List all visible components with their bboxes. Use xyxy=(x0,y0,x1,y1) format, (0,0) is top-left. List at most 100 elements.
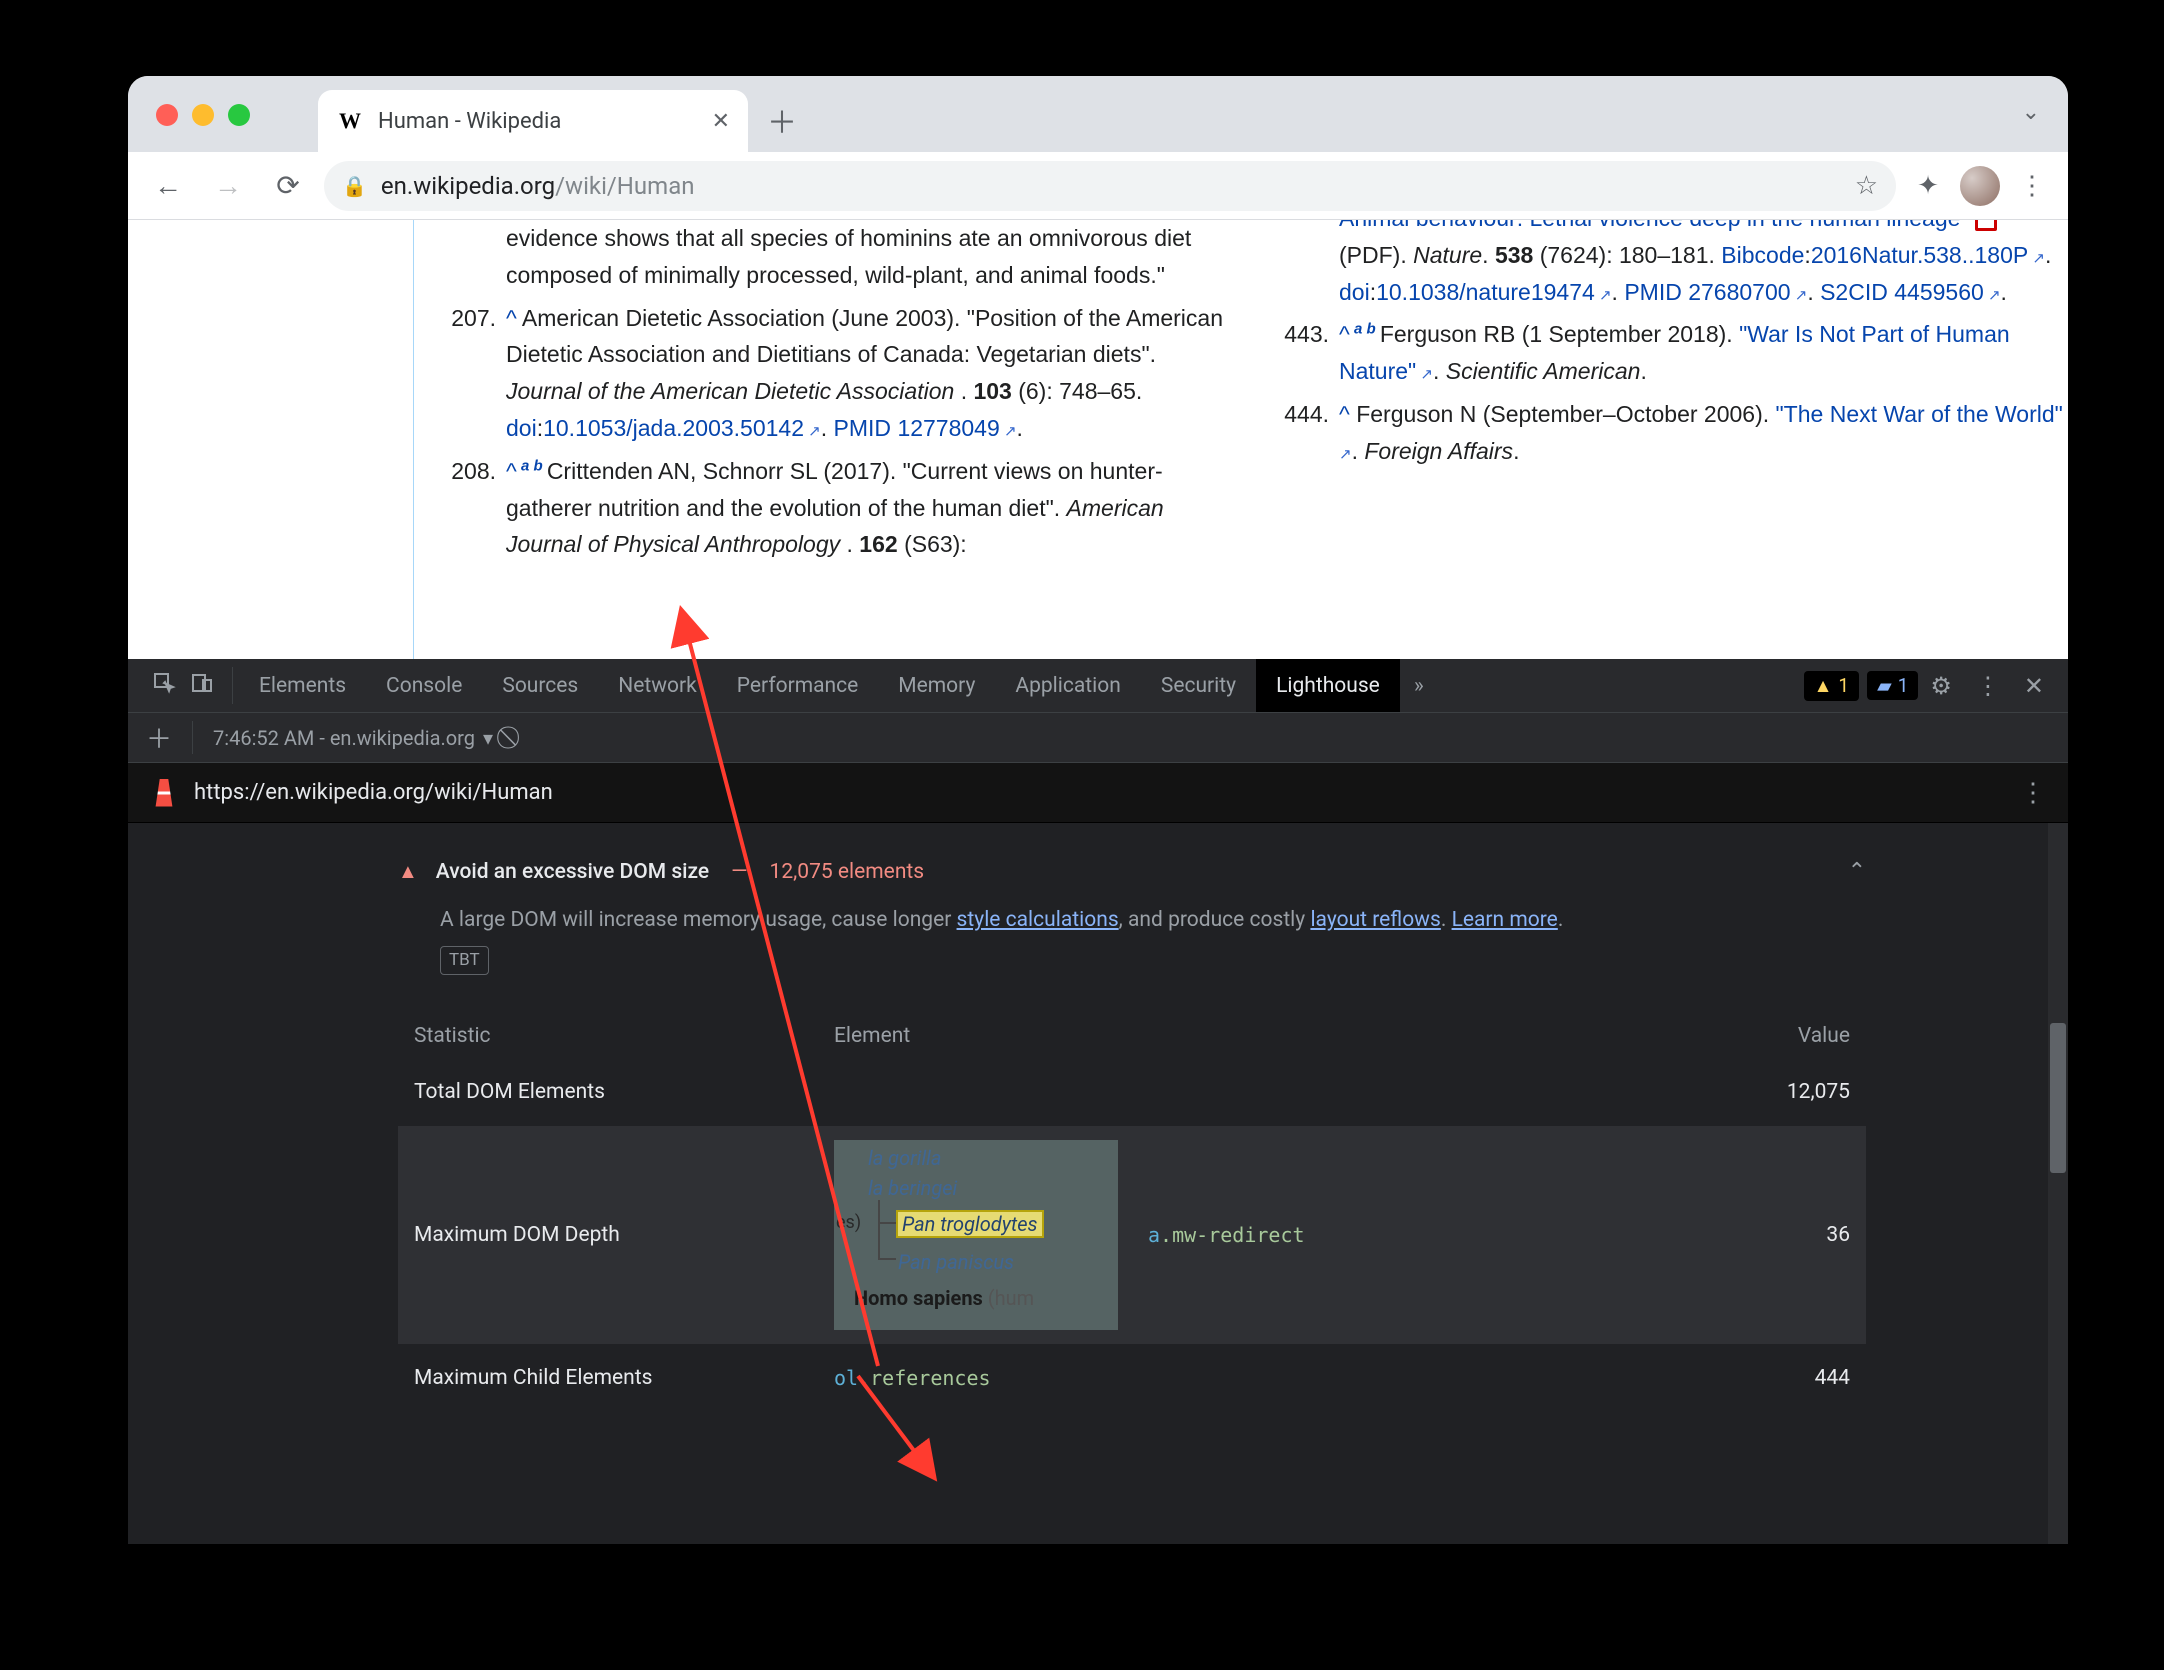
references-right-column: Animal behaviour: Lethal violence deep i… xyxy=(1275,220,2068,569)
scrollbar-thumb[interactable] xyxy=(2050,1023,2066,1173)
browser-tab[interactable]: W Human - Wikipedia ✕ xyxy=(318,90,748,152)
wikipedia-favicon: W xyxy=(336,107,364,135)
devtools-tabbar: Elements Console Sources Network Perform… xyxy=(128,659,2068,713)
window-minimize[interactable] xyxy=(192,104,214,126)
backlink-sup[interactable]: a b xyxy=(517,457,547,474)
devtools-tab-network[interactable]: Network xyxy=(598,659,717,712)
window-controls xyxy=(156,104,250,126)
tab-title: Human - Wikipedia xyxy=(378,109,698,134)
table-row: Maximum DOM Depth la gorilla la beringei… xyxy=(398,1126,1866,1344)
toolbar: ← → ⟳ 🔒 en.wikipedia.org/wiki/Human ☆ ✦ … xyxy=(128,152,2068,220)
audit-metric: 12,075 elements xyxy=(770,860,925,884)
chevron-up-icon: ⌃ xyxy=(1848,859,1866,884)
references-left-column: evidence shows that all species of homin… xyxy=(442,220,1235,569)
reload-button[interactable]: ⟳ xyxy=(264,162,312,210)
doi-value-link[interactable]: 10.1053/jada.2003.50142 xyxy=(543,415,821,441)
chrome-menu-icon[interactable]: ⋮ xyxy=(2012,166,2052,206)
backlink-sup[interactable]: a b xyxy=(1350,321,1380,338)
tbt-badge: TBT xyxy=(440,946,489,975)
devtools-menu-icon[interactable]: ⋮ xyxy=(1964,659,2012,712)
pmid-value-link[interactable]: 27680700 xyxy=(1688,279,1807,305)
url-host: en.wikipedia.org xyxy=(381,172,555,200)
audit-header[interactable]: ▲ Avoid an excessive DOM size — 12,075 e… xyxy=(378,845,1886,898)
devtools-scrollbar[interactable] xyxy=(2048,823,2068,1544)
lighthouse-url: https://en.wikipedia.org/wiki/Human xyxy=(194,780,553,805)
lighthouse-url-bar: https://en.wikipedia.org/wiki/Human ⋮ xyxy=(128,763,2068,823)
window-maximize[interactable] xyxy=(228,104,250,126)
lock-icon[interactable]: 🔒 xyxy=(342,174,367,198)
reference-item: 208. ^ a b Crittenden AN, Schnorr SL (20… xyxy=(442,453,1235,563)
warnings-count[interactable]: ▲ 1 xyxy=(1804,671,1860,701)
browser-window: W Human - Wikipedia ✕ ＋ ⌄ ← → ⟳ 🔒 en.wik… xyxy=(128,76,2068,1544)
device-toolbar-icon[interactable] xyxy=(190,671,214,701)
devtools-close-icon[interactable]: ✕ xyxy=(2012,659,2056,712)
issues-count[interactable]: ▰ 1 xyxy=(1867,671,1918,700)
pmid-link[interactable]: PMID xyxy=(1624,279,1682,305)
profile-avatar[interactable] xyxy=(1960,166,2000,206)
devtools-tabs-overflow-icon[interactable]: » xyxy=(1400,659,1438,712)
pmid-link[interactable]: PMID xyxy=(834,415,892,441)
audit-dom-size: ▲ Avoid an excessive DOM size — 12,075 e… xyxy=(378,845,1886,1412)
reference-item: 207. ^ American Dietetic Association (Ju… xyxy=(442,300,1235,447)
ref-link[interactable]: Animal behaviour: Lethal violence deep i… xyxy=(1339,220,1969,231)
doi-value-link[interactable]: 10.1038/nature19474 xyxy=(1376,279,1611,305)
lighthouse-menu-icon[interactable]: ⋮ xyxy=(2020,778,2046,808)
devtools-tab-elements[interactable]: Elements xyxy=(239,659,366,712)
s2cid-value-link[interactable]: 4459560 xyxy=(1894,279,2000,305)
new-report-button[interactable]: ＋ xyxy=(146,719,172,756)
devtools-tab-console[interactable]: Console xyxy=(366,659,482,712)
audit-description: A large DOM will increase memory usage, … xyxy=(378,898,1886,990)
bookmark-star-icon[interactable]: ☆ xyxy=(1855,171,1878,201)
bibcode-value-link[interactable]: 2016Natur.538..180P xyxy=(1811,242,2045,268)
forward-button: → xyxy=(204,162,252,210)
lighthouse-icon xyxy=(150,779,178,807)
element-selector[interactable]: ol.references xyxy=(834,1366,991,1390)
table-row: Total DOM Elements 12,075 xyxy=(398,1058,1866,1126)
devtools-tab-memory[interactable]: Memory xyxy=(878,659,995,712)
devtools-tab-sources[interactable]: Sources xyxy=(482,659,598,712)
reference-item: evidence shows that all species of homin… xyxy=(442,220,1235,294)
reference-item: 443. ^ a b Ferguson RB (1 September 2018… xyxy=(1275,316,2068,390)
reference-item: Animal behaviour: Lethal violence deep i… xyxy=(1275,220,2068,310)
fail-triangle-icon: ▲ xyxy=(398,859,418,884)
page-content: evidence shows that all species of homin… xyxy=(128,220,2068,660)
devtools-settings-icon[interactable]: ⚙ xyxy=(1918,659,1964,712)
s2cid-link[interactable]: S2CID xyxy=(1820,279,1888,305)
url-path: /wiki/Human xyxy=(555,172,694,200)
tabs-menu-icon[interactable]: ⌄ xyxy=(2022,100,2040,125)
link-style-calculations[interactable]: style calculations xyxy=(957,908,1119,932)
pdf-icon xyxy=(1975,220,1997,231)
element-selector[interactable]: a.mw-redirect xyxy=(1148,1223,1305,1247)
doi-link[interactable]: doi xyxy=(1339,279,1370,305)
devtools-tab-security[interactable]: Security xyxy=(1141,659,1256,712)
devtools-tab-lighthouse[interactable]: Lighthouse xyxy=(1256,659,1400,712)
devtools-tab-performance[interactable]: Performance xyxy=(717,659,878,712)
extensions-icon[interactable]: ✦ xyxy=(1908,166,1948,206)
element-thumbnail[interactable]: la gorilla la beringei es) Pan troglodyt… xyxy=(834,1140,1118,1330)
bibcode-link[interactable]: Bibcode xyxy=(1721,242,1804,268)
devtools-tab-application[interactable]: Application xyxy=(995,659,1140,712)
table-row: Maximum Child Elements ol.references 444 xyxy=(398,1344,1866,1412)
tab-strip: W Human - Wikipedia ✕ ＋ ⌄ xyxy=(128,76,2068,152)
audit-title: Avoid an excessive DOM size xyxy=(436,860,709,884)
reference-item: 444. ^ Ferguson N (September–October 200… xyxy=(1275,396,2068,470)
pmid-value-link[interactable]: 12778049 xyxy=(897,415,1016,441)
new-tab-button[interactable]: ＋ xyxy=(758,96,806,144)
back-button[interactable]: ← xyxy=(144,162,192,210)
devtools-panel: Elements Console Sources Network Perform… xyxy=(128,659,2068,1544)
address-bar[interactable]: 🔒 en.wikipedia.org/wiki/Human ☆ xyxy=(324,161,1896,211)
tab-close-icon[interactable]: ✕ xyxy=(712,109,730,134)
lighthouse-subbar: ＋ 7:46:52 AM - en.wikipedia.org ▾ ⃠ xyxy=(128,713,2068,763)
backlink-caret[interactable]: ^ xyxy=(506,305,517,331)
backlink-caret[interactable]: ^ xyxy=(1339,401,1350,427)
inspect-element-icon[interactable] xyxy=(152,671,176,701)
report-selector[interactable]: 7:46:52 AM - en.wikipedia.org ▾ xyxy=(213,726,493,750)
lighthouse-body: ▲ Avoid an excessive DOM size — 12,075 e… xyxy=(128,823,2068,1544)
link-learn-more[interactable]: Learn more xyxy=(1452,908,1558,932)
doi-link[interactable]: doi xyxy=(506,415,537,441)
table-header: Statistic Element Value xyxy=(398,1014,1866,1058)
window-close[interactable] xyxy=(156,104,178,126)
audit-table: Statistic Element Value Total DOM Elemen… xyxy=(398,1014,1866,1412)
link-layout-reflows[interactable]: layout reflows xyxy=(1310,908,1440,932)
url-text: en.wikipedia.org/wiki/Human xyxy=(381,172,695,200)
